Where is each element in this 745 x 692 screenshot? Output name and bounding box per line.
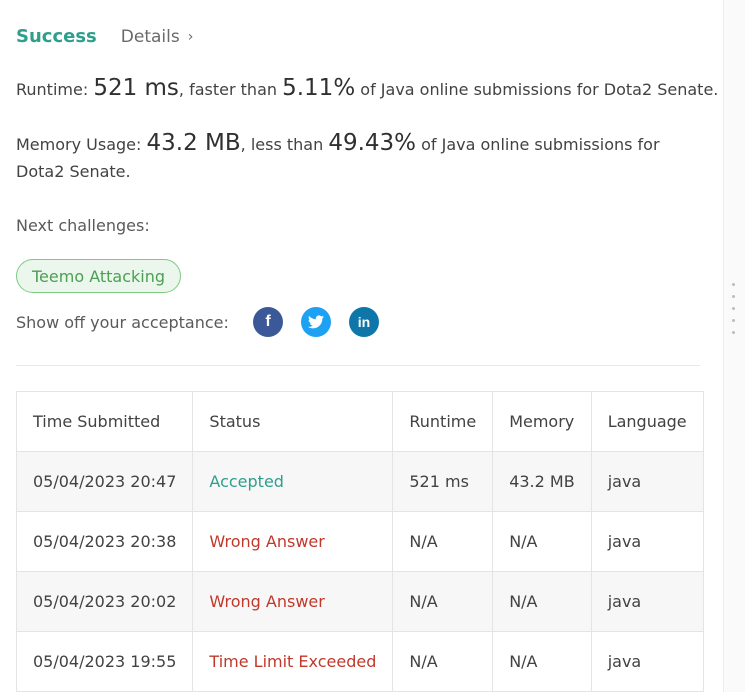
cell-runtime: N/A xyxy=(392,511,494,572)
cell-time: 05/04/2023 20:38 xyxy=(15,511,194,572)
memory-less-text: , less than xyxy=(240,135,324,154)
cell-memory: N/A xyxy=(492,631,592,692)
table-row[interactable]: 05/04/2023 20:47 Accepted 521 ms 43.2 MB… xyxy=(15,451,704,512)
cell-memory: N/A xyxy=(492,511,592,572)
runtime-suffix: of Java online submissions for Dota2 Sen… xyxy=(360,80,719,99)
table-row[interactable]: 05/04/2023 20:02 Wrong Answer N/A N/A ja… xyxy=(15,571,704,632)
runtime-percent: 5.11% xyxy=(282,75,356,101)
cell-memory: N/A xyxy=(492,571,592,632)
table-header-row: Time Submitted Status Runtime Memory Lan… xyxy=(15,391,704,452)
share-label: Show off your acceptance: xyxy=(16,313,229,332)
chevron-right-icon: › xyxy=(187,29,194,45)
cell-memory: 43.2 MB xyxy=(492,451,592,512)
cell-time: 05/04/2023 20:47 xyxy=(15,451,194,512)
cell-status-link[interactable]: Wrong Answer xyxy=(192,511,394,572)
cell-language: java xyxy=(590,631,704,692)
next-challenges-label: Next challenges: xyxy=(16,216,150,235)
cell-status-link[interactable]: Time Limit Exceeded xyxy=(192,631,394,692)
result-header: Success Details › xyxy=(16,26,193,47)
cell-language: java xyxy=(590,571,704,632)
social-share-buttons: f in xyxy=(253,307,397,337)
drag-handle-icon xyxy=(732,283,735,343)
runtime-label: Runtime: xyxy=(16,80,89,99)
cell-language: java xyxy=(590,451,704,512)
runtime-faster-text: , faster than xyxy=(178,80,278,99)
col-status[interactable]: Status xyxy=(192,391,394,452)
memory-percent: 49.43% xyxy=(328,130,417,156)
col-runtime[interactable]: Runtime xyxy=(392,391,494,452)
cell-runtime: N/A xyxy=(392,571,494,632)
runtime-summary: Runtime: 521 ms, faster than 5.11% of Ja… xyxy=(16,75,718,102)
details-label: Details xyxy=(120,27,180,47)
memory-summary: Memory Usage: 43.2 MB, less than 49.43% … xyxy=(16,130,684,185)
twitter-icon[interactable] xyxy=(301,307,331,337)
memory-value: 43.2 MB xyxy=(146,130,241,156)
linkedin-icon[interactable]: in xyxy=(349,307,379,337)
section-divider xyxy=(16,365,700,366)
table-row[interactable]: 05/04/2023 20:38 Wrong Answer N/A N/A ja… xyxy=(15,511,704,572)
details-link[interactable]: Details › xyxy=(121,27,194,47)
challenge-chip[interactable]: Teemo Attacking xyxy=(16,259,182,293)
success-status: Success xyxy=(16,26,97,47)
facebook-icon[interactable]: f xyxy=(253,307,283,337)
cell-runtime: 521 ms xyxy=(392,451,494,512)
table-row[interactable]: 05/04/2023 19:55 Time Limit Exceeded N/A… xyxy=(15,631,704,692)
cell-language: java xyxy=(590,511,704,572)
cell-status-link[interactable]: Accepted xyxy=(192,451,394,512)
panel-resize-handle[interactable] xyxy=(723,0,745,692)
cell-runtime: N/A xyxy=(392,631,494,692)
submissions-table: Time Submitted Status Runtime Memory Lan… xyxy=(15,391,704,692)
cell-time: 05/04/2023 20:02 xyxy=(15,571,194,632)
col-memory[interactable]: Memory xyxy=(492,391,592,452)
col-language[interactable]: Language xyxy=(590,391,704,452)
runtime-value: 521 ms xyxy=(93,75,179,101)
col-time-submitted[interactable]: Time Submitted xyxy=(15,391,194,452)
cell-status-link[interactable]: Wrong Answer xyxy=(192,571,394,632)
cell-time: 05/04/2023 19:55 xyxy=(15,631,194,692)
memory-label: Memory Usage: xyxy=(16,135,142,154)
